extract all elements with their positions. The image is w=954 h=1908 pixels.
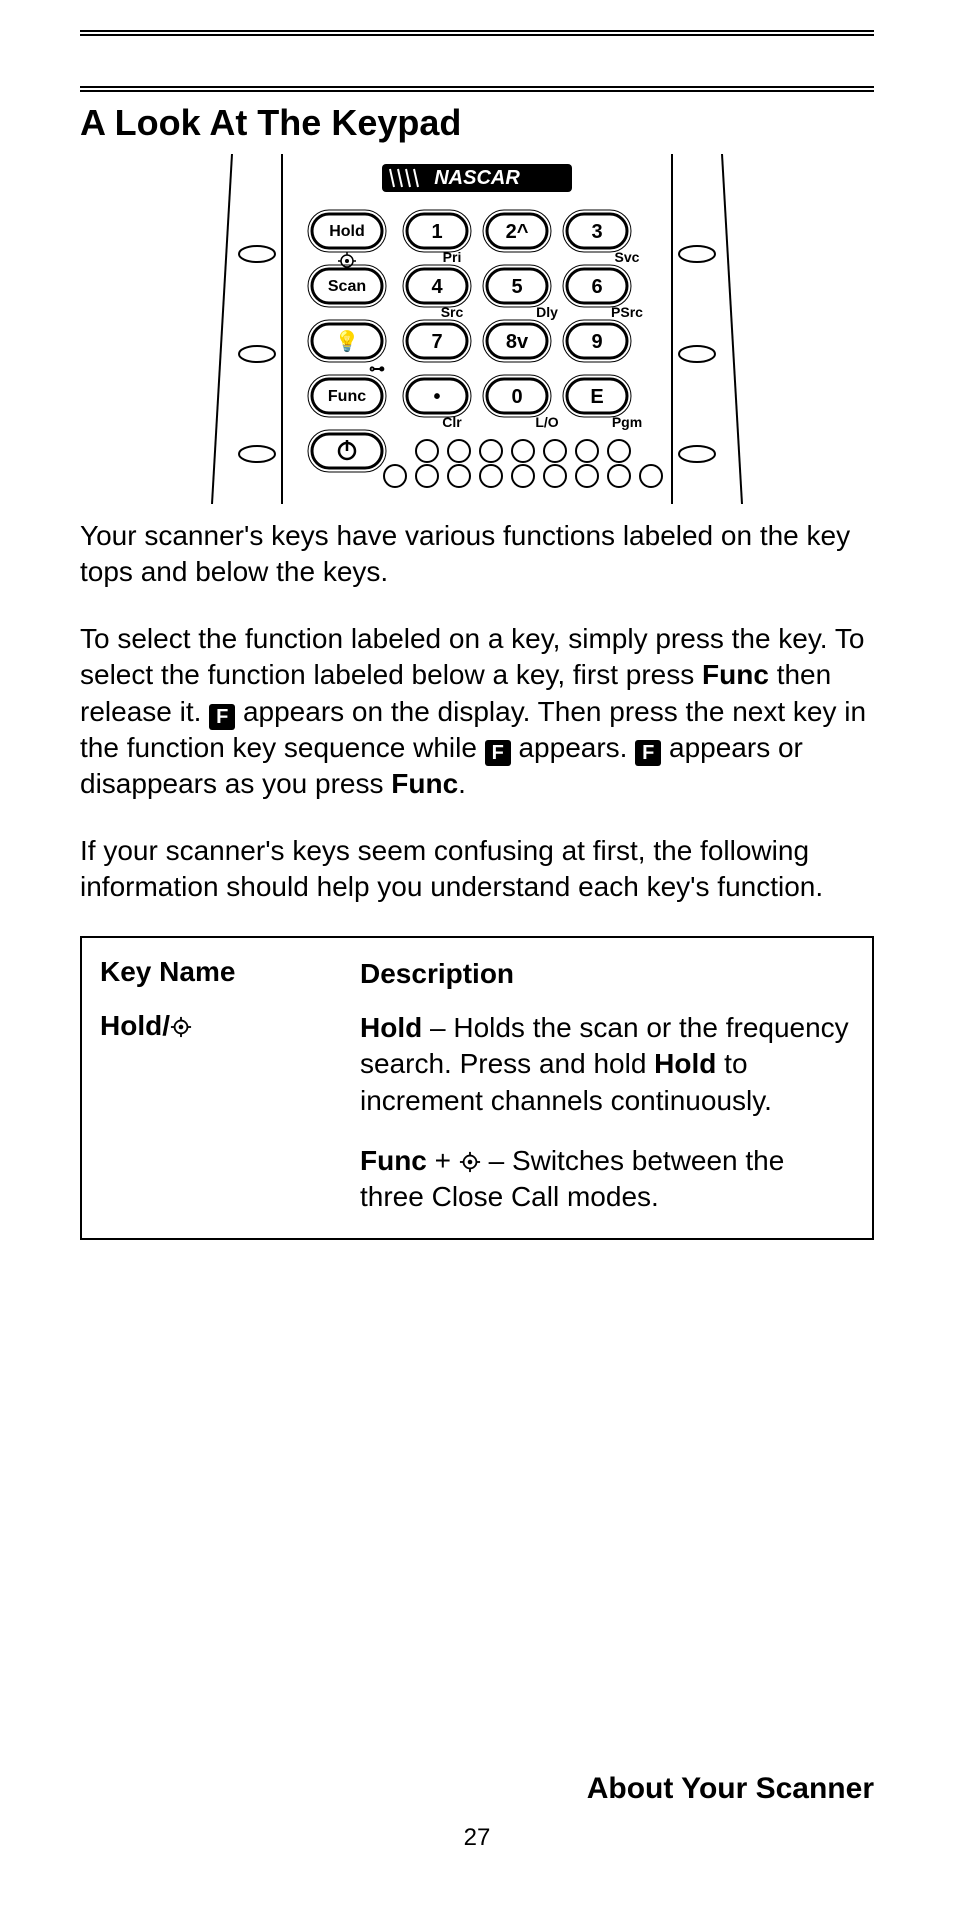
svg-text:1: 1 (431, 221, 442, 243)
close-call-icon (170, 1016, 192, 1038)
svg-text:Scan: Scan (328, 278, 366, 295)
para2-t6: . (458, 768, 466, 799)
desc-func-b1: Func (360, 1145, 427, 1176)
svg-text:Clr: Clr (442, 414, 462, 430)
svg-text:Func: Func (328, 388, 366, 405)
key-name-text: Hold/ (100, 1010, 170, 1041)
table-header-row: Key Name Description (100, 956, 854, 992)
page-number: 27 (0, 1824, 954, 1852)
keypad-illustration: NASCAR Hold 1 2^ 3 Pri Svc Scan 4 5 6 Src Dly PSrc 💡 7… (162, 154, 792, 504)
svg-text:7: 7 (431, 331, 442, 353)
desc-hold-b2: Hold (654, 1048, 716, 1079)
svg-text:Hold: Hold (329, 223, 365, 240)
svg-text:Src: Src (441, 304, 464, 320)
footer-section-title: About Your Scanner (587, 1772, 874, 1806)
table-row: Hold/ Hold – Holds the scan or the frequ… (100, 1010, 854, 1216)
close-call-icon (459, 1151, 481, 1173)
para2-func2: Func (391, 768, 458, 799)
key-description-table: Key Name Description Hold/ Hold – Holds … (80, 936, 874, 1240)
svg-text:E: E (590, 386, 603, 408)
desc-hold-t1: – Holds the scan or the frequency search… (360, 1012, 849, 1079)
svg-text:5: 5 (511, 276, 522, 298)
svg-text:L/O: L/O (535, 414, 558, 430)
mid-rule (80, 86, 874, 94)
svg-text:💡: 💡 (335, 329, 360, 353)
paragraph-3: If your scanner's keys seem confusing at… (80, 833, 874, 906)
svg-text:PSrc: PSrc (611, 304, 643, 320)
svg-text:9: 9 (591, 331, 602, 353)
key-desc-cell: Hold – Holds the scan or the frequency s… (360, 1010, 854, 1216)
svg-text:8v: 8v (506, 331, 529, 353)
section-heading: A Look At The Keypad (80, 102, 874, 144)
svg-text:3: 3 (591, 221, 602, 243)
svg-text:Pgm: Pgm (612, 414, 642, 430)
key-name-cell: Hold/ (100, 1010, 360, 1216)
desc-hold: Hold – Holds the scan or the frequency s… (360, 1010, 854, 1119)
svg-text:4: 4 (431, 276, 443, 298)
desc-hold-b1: Hold (360, 1012, 422, 1043)
desc-func-cc: Func + – Switches between the three Clos… (360, 1143, 854, 1216)
paragraph-2: To select the function labeled on a key,… (80, 621, 874, 803)
header-description: Description (360, 956, 854, 992)
top-rule (80, 30, 874, 38)
svg-text:Dly: Dly (536, 304, 558, 320)
svg-text:•: • (433, 386, 440, 408)
svg-text:2^: 2^ (506, 221, 529, 243)
brand-label: NASCAR (434, 167, 520, 189)
svg-text:6: 6 (591, 276, 602, 298)
svg-text:Svc: Svc (615, 249, 640, 265)
f-icon: F (209, 704, 235, 730)
f-icon: F (635, 740, 661, 766)
paragraph-1: Your scanner's keys have various functio… (80, 518, 874, 591)
f-icon: F (485, 740, 511, 766)
desc-func-t1: + (427, 1145, 459, 1176)
para2-t4: appears. (511, 732, 636, 763)
para2-func1: Func (702, 659, 769, 690)
header-key-name: Key Name (100, 956, 360, 992)
svg-text:0: 0 (511, 386, 522, 408)
svg-text:Pri: Pri (443, 249, 462, 265)
